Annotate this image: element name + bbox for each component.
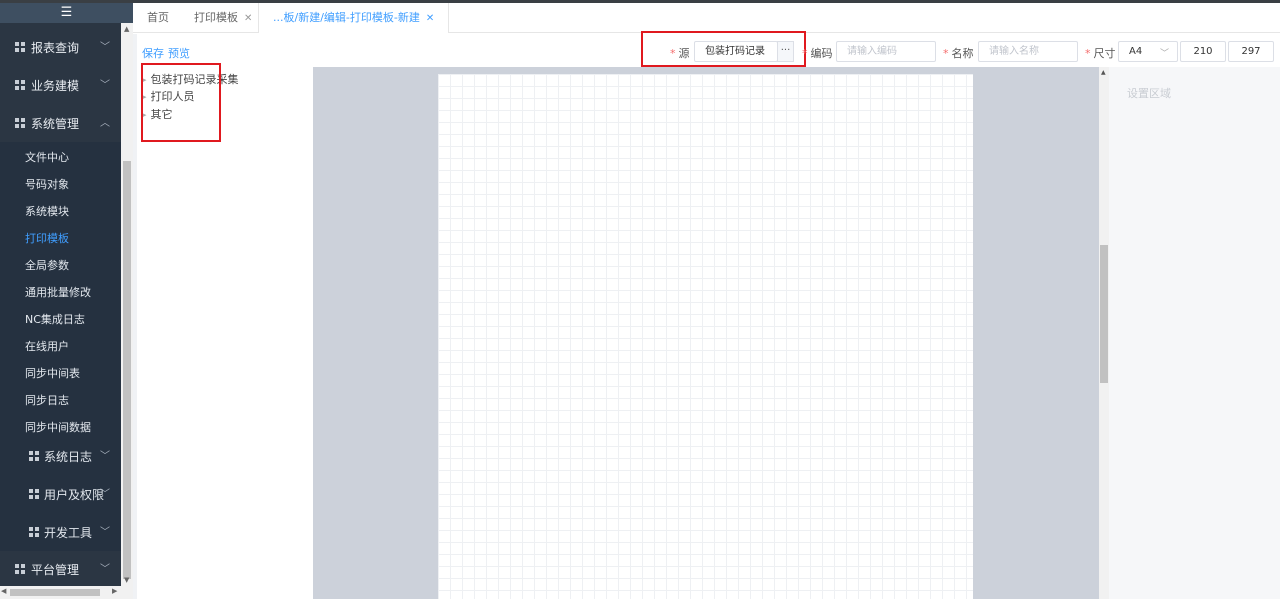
preview-button[interactable]: 预览 [168,45,190,61]
sidebar-menu-report-query[interactable]: 报表查询 ﹀ [0,28,121,66]
sidebar-item-label: NC集成日志 [25,313,85,326]
sidebar-scrollbar[interactable]: ▲ ▼ [121,23,133,586]
chevron-down-icon: ﹀ [100,80,110,91]
sidebar-menu-label: 系统管理 [31,117,80,131]
sidebar: ☰ 报表查询 ﹀ 业务建模 ﹀ 系统管理 ︿ 文件中心 号码对象 系统模块 打印… [0,0,133,599]
field-tree: ▸ 包装打码记录采集 ▸ 打印人员 ▸ 其它 [137,67,313,599]
sidebar-group-label: 开发工具 [44,526,93,540]
sidebar-item-label: 同步中间数据 [25,421,91,434]
scroll-right-arrow-icon[interactable]: ▶ [112,587,117,595]
scrollbar-thumb[interactable] [1100,245,1108,383]
size-label: * 尺寸 [1085,45,1116,61]
scrollbar-thumb[interactable] [10,589,100,596]
design-paper[interactable] [438,74,973,599]
name-input[interactable]: 请输入名称 [978,41,1078,62]
sidebar-item-sync-log[interactable]: 同步日志 [0,385,121,412]
sidebar-horizontal-scrollbar[interactable]: ◀ ▶ [0,586,133,599]
sidebar-item-number-object[interactable]: 号码对象 [0,169,121,196]
code-label-text: 编码 [810,47,833,60]
required-mark: * [1085,47,1091,60]
scroll-up-arrow-icon[interactable]: ▲ [124,25,129,33]
sidebar-menu-system-management[interactable]: 系统管理 ︿ [0,104,121,142]
sidebar-item-system-module[interactable]: 系统模块 [0,196,121,223]
settings-panel: 设置区域 [1109,67,1280,599]
sidebar-group-dev-tools[interactable]: 开发工具 ﹀ [0,513,121,551]
sidebar-menu-label: 业务建模 [31,79,80,93]
highlight-box-tree [141,63,221,142]
sidebar-group-system-log[interactable]: 系统日志 ﹀ [0,437,121,475]
menu-toggle-icon[interactable]: ☰ [0,3,133,23]
grid-icon [15,80,25,90]
grid-icon [29,527,39,537]
sidebar-item-print-template[interactable]: 打印模板 [0,223,121,250]
sidebar-item-sync-data[interactable]: 同步中间数据 [0,412,121,439]
required-mark: * [943,47,949,60]
scroll-left-arrow-icon[interactable]: ◀ [1,587,6,595]
sidebar-group-label: 系统日志 [44,450,93,464]
tab-label: 打印模板 [194,11,238,24]
tab-home[interactable]: 首页 [147,3,169,33]
name-label: * 名称 [943,45,974,61]
chevron-down-icon: ﹀ [100,527,110,538]
scrollbar-thumb[interactable] [123,161,131,579]
sidebar-item-file-center[interactable]: 文件中心 [0,142,121,169]
grid-icon [15,564,25,574]
sidebar-item-label: 同步中间表 [25,367,80,380]
chevron-down-icon: ﹀ [1159,49,1169,59]
grid-icon [15,42,25,52]
chevron-down-icon: ﹀ [100,42,110,53]
sidebar-item-label: 文件中心 [25,151,69,164]
tab-print-template[interactable]: 打印模板 ✕ [194,3,252,33]
width-input[interactable]: 210 [1180,41,1226,62]
required-mark: * [802,47,808,60]
scroll-up-arrow-icon[interactable]: ▲ [1101,69,1106,76]
sidebar-item-label: 同步日志 [25,394,69,407]
sidebar-item-label: 号码对象 [25,178,69,191]
scroll-down-arrow-icon[interactable]: ▼ [124,576,129,584]
height-input[interactable]: 297 [1228,41,1274,62]
tab-label: 首页 [147,11,169,24]
close-icon[interactable]: ✕ [244,13,252,24]
highlight-box-source [641,31,806,67]
chevron-down-icon: ﹀ [100,489,110,500]
sidebar-item-sync-table[interactable]: 同步中间表 [0,358,121,385]
size-select[interactable]: A4 ﹀ [1118,41,1178,62]
sidebar-menu-label: 报表查询 [31,41,80,55]
save-button[interactable]: 保存 [142,45,164,61]
sidebar-item-global-params[interactable]: 全局参数 [0,250,121,277]
grid-icon [29,451,39,461]
chevron-up-icon: ︿ [100,118,110,129]
grid-icon [15,118,25,128]
chevron-down-icon: ﹀ [100,564,110,575]
sidebar-item-nc-log[interactable]: NC集成日志 [0,304,121,331]
sidebar-item-label: 全局参数 [25,259,69,272]
chevron-down-icon: ﹀ [100,451,110,462]
sidebar-group-users-permissions[interactable]: 用户及权限 ﹀ [0,475,121,513]
sidebar-group-label: 用户及权限 [44,488,105,502]
sidebar-menu-platform-management[interactable]: 平台管理 ﹀ [0,550,121,588]
name-label-text: 名称 [951,47,974,60]
settings-title: 设置区域 [1127,87,1171,100]
sidebar-item-label: 打印模板 [25,232,69,245]
grid-icon [29,489,39,499]
sidebar-menu-label: 平台管理 [31,563,80,577]
sidebar-item-label: 系统模块 [25,205,69,218]
sidebar-item-batch-modify[interactable]: 通用批量修改 [0,277,121,304]
tab-label: ...板/新建/编辑-打印模板-新建 [273,11,420,24]
code-input[interactable]: 请输入编码 [836,41,936,62]
sidebar-item-label: 通用批量修改 [25,286,91,299]
sidebar-menu-business-model[interactable]: 业务建模 ﹀ [0,66,121,104]
canvas-scrollbar[interactable]: ▲ [1099,67,1109,599]
sidebar-item-online-users[interactable]: 在线用户 [0,331,121,358]
size-label-text: 尺寸 [1093,47,1116,60]
code-label: * 编码 [802,45,833,61]
tab-print-template-new[interactable]: ...板/新建/编辑-打印模板-新建 ✕ [258,3,450,33]
close-icon[interactable]: ✕ [426,13,434,24]
size-select-value: A4 [1129,46,1143,57]
sidebar-item-label: 在线用户 [25,340,69,353]
